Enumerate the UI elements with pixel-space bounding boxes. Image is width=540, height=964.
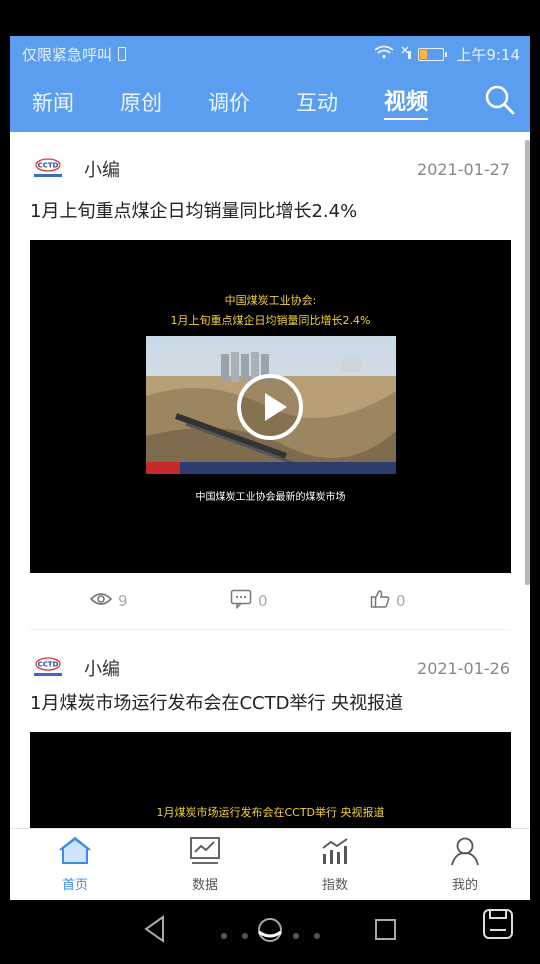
likes-stat[interactable]: 0	[370, 589, 510, 613]
wifi-icon	[374, 45, 394, 63]
recents-icon[interactable]	[375, 919, 396, 940]
system-nav-bar	[0, 900, 540, 960]
chart-icon	[189, 836, 221, 870]
comments-count: 0	[258, 592, 268, 610]
video-player[interactable]: 1月煤炭市场运行发布会在CCTD举行 央视报道	[30, 732, 511, 828]
nav-profile[interactable]: 我的	[400, 829, 530, 900]
feed-item[interactable]: CCTD 小编 2021-01-27 1月上旬重点煤企日均销量同比增长2.4% …	[10, 132, 530, 630]
feed-item-title[interactable]: 1月煤炭市场运行发布会在CCTD举行 央视报道	[30, 692, 510, 724]
back-icon[interactable]	[144, 915, 164, 943]
user-icon	[449, 836, 481, 870]
status-text: 仅限紧急呼叫	[22, 45, 113, 64]
author-name: 小编	[84, 160, 120, 181]
sim-icon	[118, 47, 127, 61]
page-dot	[242, 933, 248, 939]
page-dot	[293, 933, 299, 939]
feed-item[interactable]: CCTD 小编 2021-01-26 1月煤炭市场运行发布会在CCTD举行 央视…	[10, 644, 530, 828]
video-caption: 中国煤炭工业协会最新的煤炭市场	[195, 492, 346, 503]
eye-icon	[89, 592, 113, 610]
tab-price-adjust[interactable]: 调价	[208, 87, 250, 117]
top-bar: 仅限紧急呼叫 上午9:14 新闻 原创 调价 互动 视频	[10, 36, 530, 132]
app-screen: 仅限紧急呼叫 上午9:14 新闻 原创 调价 互动 视频 CCTD 小编 202…	[10, 36, 530, 900]
video-headline-1: 1月煤炭市场运行发布会在CCTD举行 央视报道	[156, 806, 385, 819]
scrollbar[interactable]	[525, 140, 530, 585]
nav-data[interactable]: 数据	[140, 829, 270, 900]
index-icon	[319, 836, 351, 870]
views-count: 9	[118, 592, 128, 610]
tab-video[interactable]: 视频	[384, 84, 429, 120]
cctd-logo-icon: CCTD	[30, 157, 66, 181]
comments-stat[interactable]: 0	[230, 589, 370, 613]
views-stat: 9	[89, 592, 230, 610]
status-bar: 仅限紧急呼叫 上午9:14	[10, 36, 530, 72]
clock: 上午9:14	[456, 45, 520, 64]
tab-original[interactable]: 原创	[120, 87, 162, 117]
svg-text:CCTD: CCTD	[38, 162, 59, 170]
thumbs-up-icon	[370, 589, 390, 613]
nav-index[interactable]: 指数	[270, 829, 400, 900]
home-icon	[58, 836, 92, 870]
feed-item-stats: 9 0 0	[30, 573, 510, 629]
tab-interaction[interactable]: 互动	[296, 87, 338, 117]
nav-home[interactable]: 首页	[10, 829, 140, 900]
comment-icon	[230, 589, 252, 613]
home-circle-icon[interactable]	[258, 918, 282, 942]
video-headline-2: 1月上旬重点煤企日均销量同比增长2.4%	[170, 314, 371, 327]
nav-home-label: 首页	[61, 878, 88, 893]
battery-icon	[418, 47, 448, 61]
tab-news[interactable]: 新闻	[32, 87, 74, 117]
video-headline-1: 中国煤炭工业协会:	[224, 294, 317, 307]
screenshot-icon[interactable]	[483, 909, 513, 939]
video-player[interactable]: 中国煤炭工业协会: 1月上旬重点煤企日均销量同比增长2.4% 中国煤炭工业协会最…	[30, 240, 511, 573]
nav-data-label: 数据	[191, 878, 218, 893]
post-date: 2021-01-26	[417, 658, 510, 678]
search-icon[interactable]	[484, 84, 520, 120]
svg-text:CCTD: CCTD	[38, 661, 59, 669]
no-signal-icon	[400, 45, 412, 63]
feed-item-title[interactable]: 1月上旬重点煤企日均销量同比增长2.4%	[30, 200, 510, 232]
feed-item-meta: CCTD 小编 2021-01-27	[30, 132, 510, 200]
play-button-icon[interactable]	[237, 374, 303, 440]
page-dot	[314, 933, 320, 939]
feed-divider	[30, 629, 510, 630]
feed-item-meta: CCTD 小编 2021-01-26	[30, 644, 510, 692]
page-dot	[221, 933, 227, 939]
author-name: 小编	[84, 659, 120, 680]
likes-count: 0	[396, 592, 406, 610]
post-date: 2021-01-27	[417, 159, 510, 179]
cctd-logo-icon: CCTD	[30, 656, 66, 680]
nav-profile-label: 我的	[451, 878, 478, 893]
video-feed: CCTD 小编 2021-01-27 1月上旬重点煤企日均销量同比增长2.4% …	[10, 132, 530, 828]
nav-index-label: 指数	[321, 878, 348, 893]
bottom-nav: 首页 数据 指数 我的	[10, 828, 530, 900]
category-tabs: 新闻 原创 调价 互动 视频	[10, 72, 530, 132]
